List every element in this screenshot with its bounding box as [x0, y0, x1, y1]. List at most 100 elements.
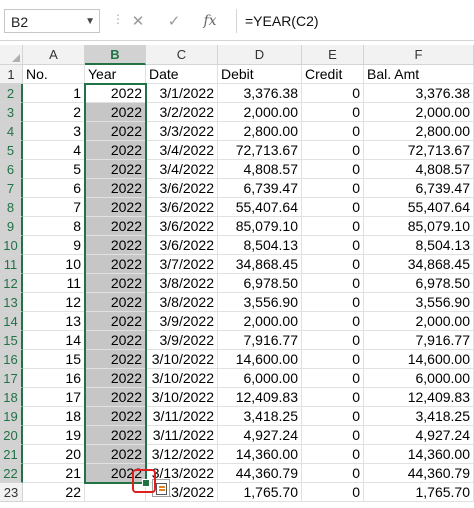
cell-f17[interactable]: 6,000.00	[364, 369, 474, 388]
cell-f13[interactable]: 3,556.90	[364, 293, 474, 312]
cell-f8[interactable]: 55,407.64	[364, 198, 474, 217]
cell-a12[interactable]: 11	[23, 274, 85, 293]
header-cell-d[interactable]: Debit	[218, 65, 302, 84]
select-all-button[interactable]	[0, 45, 23, 65]
cell-a21[interactable]: 20	[23, 445, 85, 464]
cell-f14[interactable]: 2,000.00	[364, 312, 474, 331]
header-cell-b[interactable]: Year	[85, 65, 146, 84]
cell-d19[interactable]: 3,418.25	[218, 407, 302, 426]
header-cell-f[interactable]: Bal. Amt	[364, 65, 474, 84]
column-header-a[interactable]: A	[23, 45, 85, 65]
row-header-3[interactable]: 3	[0, 103, 23, 122]
row-header-6[interactable]: 6	[0, 160, 23, 179]
cell-b16[interactable]: 2022	[85, 350, 146, 369]
cell-a9[interactable]: 8	[23, 217, 85, 236]
cell-e19[interactable]: 0	[302, 407, 364, 426]
cell-a16[interactable]: 15	[23, 350, 85, 369]
cell-a6[interactable]: 5	[23, 160, 85, 179]
cell-b12[interactable]: 2022	[85, 274, 146, 293]
cell-d10[interactable]: 8,504.13	[218, 236, 302, 255]
cell-e20[interactable]: 0	[302, 426, 364, 445]
cell-b18[interactable]: 2022	[85, 388, 146, 407]
cell-d12[interactable]: 6,978.50	[218, 274, 302, 293]
row-header-9[interactable]: 9	[0, 217, 23, 236]
column-header-d[interactable]: D	[218, 45, 302, 65]
cell-c13[interactable]: 3/8/2022	[146, 293, 218, 312]
cell-e13[interactable]: 0	[302, 293, 364, 312]
cell-f19[interactable]: 3,418.25	[364, 407, 474, 426]
cell-d21[interactable]: 14,360.00	[218, 445, 302, 464]
cell-d13[interactable]: 3,556.90	[218, 293, 302, 312]
cell-d2[interactable]: 3,376.38	[218, 84, 302, 103]
row-header-1[interactable]: 1	[0, 65, 23, 84]
cell-a19[interactable]: 18	[23, 407, 85, 426]
enter-icon[interactable]: ✓	[164, 12, 184, 30]
cell-b9[interactable]: 2022	[85, 217, 146, 236]
cell-d11[interactable]: 34,868.45	[218, 255, 302, 274]
cell-c20[interactable]: 3/11/2022	[146, 426, 218, 445]
row-header-22[interactable]: 22	[0, 464, 23, 483]
cell-f9[interactable]: 85,079.10	[364, 217, 474, 236]
cell-e4[interactable]: 0	[302, 122, 364, 141]
row-header-18[interactable]: 18	[0, 388, 23, 407]
cell-b21[interactable]: 2022	[85, 445, 146, 464]
cell-d14[interactable]: 2,000.00	[218, 312, 302, 331]
cell-a22[interactable]: 21	[23, 464, 85, 483]
cell-b10[interactable]: 2022	[85, 236, 146, 255]
cell-d6[interactable]: 4,808.57	[218, 160, 302, 179]
cell-f7[interactable]: 6,739.47	[364, 179, 474, 198]
cell-b4[interactable]: 2022	[85, 122, 146, 141]
cell-a7[interactable]: 6	[23, 179, 85, 198]
cell-f2[interactable]: 3,376.38	[364, 84, 474, 103]
cell-a17[interactable]: 16	[23, 369, 85, 388]
cell-f15[interactable]: 7,916.77	[364, 331, 474, 350]
cell-e6[interactable]: 0	[302, 160, 364, 179]
cell-e2[interactable]: 0	[302, 84, 364, 103]
cell-c6[interactable]: 3/4/2022	[146, 160, 218, 179]
cell-f10[interactable]: 8,504.13	[364, 236, 474, 255]
cell-c16[interactable]: 3/10/2022	[146, 350, 218, 369]
cell-d3[interactable]: 2,000.00	[218, 103, 302, 122]
cell-b13[interactable]: 2022	[85, 293, 146, 312]
cell-b17[interactable]: 2022	[85, 369, 146, 388]
cell-d16[interactable]: 14,600.00	[218, 350, 302, 369]
cell-b11[interactable]: 2022	[85, 255, 146, 274]
cell-b6[interactable]: 2022	[85, 160, 146, 179]
insert-function-icon[interactable]: fx	[200, 13, 220, 29]
row-header-15[interactable]: 15	[0, 331, 23, 350]
cell-c21[interactable]: 3/12/2022	[146, 445, 218, 464]
cell-c9[interactable]: 3/6/2022	[146, 217, 218, 236]
cell-b14[interactable]: 2022	[85, 312, 146, 331]
cell-e17[interactable]: 0	[302, 369, 364, 388]
cell-c11[interactable]: 3/7/2022	[146, 255, 218, 274]
cell-b2[interactable]: 2022	[85, 84, 146, 103]
cell-b7[interactable]: 2022	[85, 179, 146, 198]
cell-c17[interactable]: 3/10/2022	[146, 369, 218, 388]
cell-a23[interactable]: 22	[23, 483, 85, 502]
cell-c8[interactable]: 3/6/2022	[146, 198, 218, 217]
column-header-c[interactable]: C	[146, 45, 218, 65]
row-header-20[interactable]: 20	[0, 426, 23, 445]
cell-f6[interactable]: 4,808.57	[364, 160, 474, 179]
column-header-e[interactable]: E	[302, 45, 364, 65]
cell-f18[interactable]: 12,409.83	[364, 388, 474, 407]
cell-f12[interactable]: 6,978.50	[364, 274, 474, 293]
row-header-16[interactable]: 16	[0, 350, 23, 369]
row-header-13[interactable]: 13	[0, 293, 23, 312]
formula-input[interactable]: =YEAR(C2)	[236, 9, 474, 33]
cell-e18[interactable]: 0	[302, 388, 364, 407]
cell-a2[interactable]: 1	[23, 84, 85, 103]
cell-f5[interactable]: 72,713.67	[364, 141, 474, 160]
chevron-down-icon[interactable]: ▼	[85, 16, 95, 27]
row-header-21[interactable]: 21	[0, 445, 23, 464]
cell-e14[interactable]: 0	[302, 312, 364, 331]
cell-e12[interactable]: 0	[302, 274, 364, 293]
cell-e11[interactable]: 0	[302, 255, 364, 274]
row-header-4[interactable]: 4	[0, 122, 23, 141]
cell-c12[interactable]: 3/8/2022	[146, 274, 218, 293]
cell-e16[interactable]: 0	[302, 350, 364, 369]
cell-b3[interactable]: 2022	[85, 103, 146, 122]
cell-d20[interactable]: 4,927.24	[218, 426, 302, 445]
cell-a15[interactable]: 14	[23, 331, 85, 350]
more-options-icon[interactable]: ⋮	[112, 12, 124, 26]
